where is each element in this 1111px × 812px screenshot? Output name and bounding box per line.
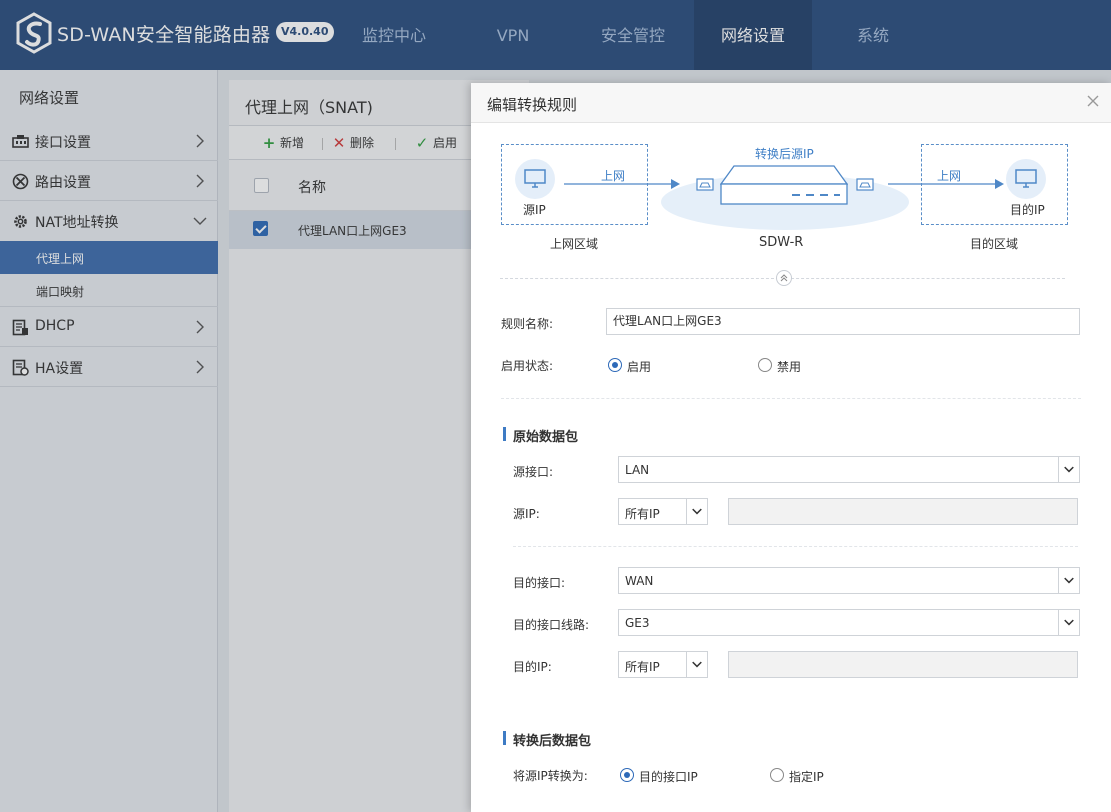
monitor-icon — [1015, 169, 1037, 188]
src-ip-label: 源IP: — [513, 507, 540, 521]
internet-label-right: 上网 — [937, 169, 962, 183]
port-icon — [856, 178, 874, 191]
status-disable-label: 禁用 — [777, 360, 802, 374]
dst-interface-label: 目的接口: — [513, 576, 566, 590]
src-interface-select[interactable]: LAN — [618, 456, 1080, 483]
section-marker — [503, 427, 506, 441]
source-host — [515, 159, 555, 199]
dest-host — [1006, 159, 1046, 199]
convert-source-ip-label: 将源IP转换为: — [513, 769, 588, 783]
specified-ip-radio[interactable] — [770, 768, 784, 782]
rule-name-input[interactable]: 代理LAN口上网GE3 — [606, 308, 1080, 335]
edit-rule-dialog: 编辑转换规则 源IP 目的IP 上网 上网 转换后源IP SDW-R 上网区域 … — [471, 83, 1111, 812]
internet-label-left: 上网 — [601, 169, 626, 183]
status-enable-label: 启用 — [627, 360, 652, 374]
chevron-down-icon — [1058, 610, 1074, 635]
status-enable-radio[interactable] — [608, 358, 622, 372]
original-packet-title: 原始数据包 — [513, 430, 579, 445]
monitor-icon — [524, 169, 546, 188]
dst-ip-input — [728, 651, 1078, 678]
src-ip-select[interactable]: 所有IP — [618, 498, 708, 525]
close-icon[interactable] — [1085, 93, 1101, 109]
chevron-down-icon — [1058, 568, 1074, 593]
dest-ip-label: 目的IP — [1010, 203, 1045, 217]
source-zone-label: 上网区域 — [550, 237, 599, 251]
port-icon — [696, 178, 714, 191]
status-label: 启用状态: — [501, 359, 554, 373]
dst-line-select[interactable]: GE3 — [618, 609, 1080, 636]
translated-ip-label: 转换后源IP — [755, 147, 814, 161]
dst-interface-select[interactable]: WAN — [618, 567, 1080, 594]
dest-zone-label: 目的区域 — [970, 237, 1019, 251]
section-marker — [503, 731, 506, 745]
dialog-header: 编辑转换规则 — [471, 83, 1111, 123]
section-divider — [501, 398, 1081, 399]
dest-interface-ip-label: 目的接口IP — [639, 770, 698, 784]
device-label: SDW-R — [759, 235, 804, 250]
dest-interface-ip-radio[interactable] — [620, 768, 634, 782]
src-interface-label: 源接口: — [513, 465, 554, 479]
status-disable-radio[interactable] — [758, 358, 772, 372]
dst-ip-label: 目的IP: — [513, 660, 552, 674]
collapse-diagram-button[interactable] — [776, 270, 792, 286]
chevron-up-icon — [780, 274, 788, 282]
src-ip-input — [728, 498, 1078, 525]
rule-name-label: 规则名称: — [501, 317, 554, 331]
dialog-title: 编辑转换规则 — [487, 96, 578, 114]
router-device-icon — [720, 165, 848, 205]
dst-line-label: 目的接口线路: — [513, 618, 590, 632]
section-divider — [513, 546, 1078, 547]
specified-ip-label: 指定IP — [789, 770, 824, 784]
translated-packet-title: 转换后数据包 — [513, 734, 592, 749]
dst-ip-select[interactable]: 所有IP — [618, 651, 708, 678]
chevron-down-icon — [686, 499, 702, 524]
source-ip-label: 源IP — [523, 203, 546, 217]
chevron-down-icon — [1058, 457, 1074, 482]
chevron-down-icon — [686, 652, 702, 677]
